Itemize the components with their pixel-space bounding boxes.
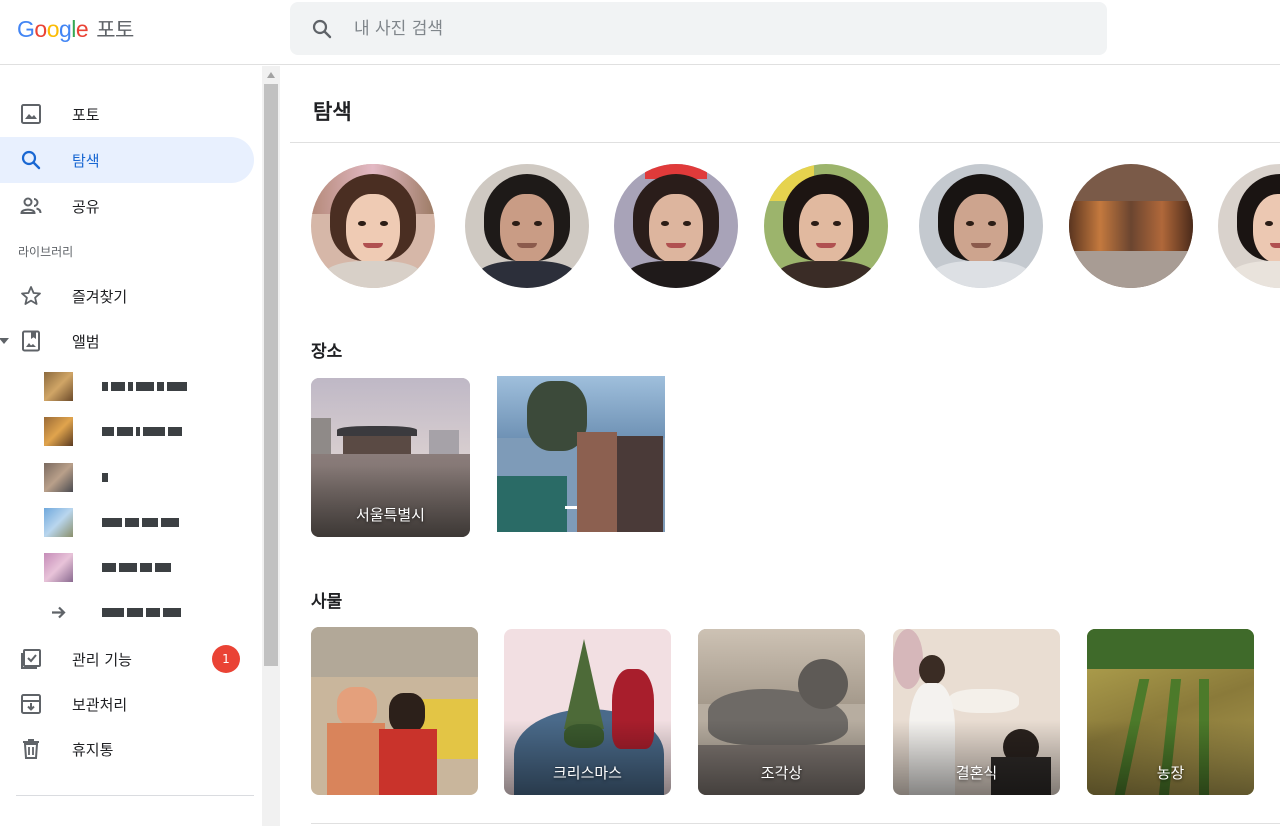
search-input[interactable]: [354, 10, 1054, 47]
sidebar-item-label: 포토: [72, 105, 100, 124]
sidebar-item-sharing[interactable]: 공유: [0, 183, 254, 229]
card-caption: 서울특별시: [355, 506, 425, 524]
album-thumbnail: [44, 553, 73, 582]
thing-card[interactable]: 농장: [1087, 629, 1254, 795]
scroll-up-arrow-icon[interactable]: [267, 72, 275, 78]
album-icon: [22, 330, 40, 352]
album-item[interactable]: [44, 463, 244, 493]
sidebar-item-label: 탐색: [72, 151, 100, 170]
caption-shade: [1087, 720, 1254, 795]
sidebar-item-utilities[interactable]: 관리 기능 1: [0, 636, 254, 682]
album-item[interactable]: [44, 372, 244, 402]
sidebar-item-label: 앨범: [72, 332, 100, 351]
trash-icon: [23, 739, 39, 759]
google-wordmark: Google: [17, 16, 89, 42]
caption-shade: [504, 720, 671, 795]
things-section-title: 사물: [311, 592, 343, 612]
star-icon: [21, 286, 41, 305]
search-icon: [21, 150, 41, 170]
card-caption: 크리스마스: [552, 764, 622, 782]
album-name-redacted: [102, 381, 187, 392]
person-face[interactable]: [764, 164, 888, 288]
sidebar-item-albums[interactable]: 앨범: [0, 318, 254, 364]
archive-icon: [21, 694, 41, 714]
caption-shade: [893, 720, 1060, 795]
person-face[interactable]: [1069, 164, 1193, 288]
sidebar-item-trash[interactable]: 휴지통: [0, 726, 254, 772]
title-divider: [290, 142, 1280, 143]
album-name-redacted: [102, 426, 182, 437]
sidebar-item-label: 보관처리: [72, 695, 128, 714]
card-caption: 농장: [1156, 764, 1185, 782]
place-card[interactable]: [497, 376, 665, 532]
arrow-right-icon: [52, 606, 66, 619]
album-thumbnail: [44, 417, 73, 446]
person-face[interactable]: [614, 164, 738, 288]
google-photos-logo[interactable]: Google 포토: [17, 14, 134, 44]
sidebar-item-photos[interactable]: 포토: [0, 91, 254, 137]
sidebar-item-label: 휴지통: [72, 740, 114, 759]
sidebar-item-explore[interactable]: 탐색: [0, 137, 254, 183]
card-caption: 조각상: [760, 764, 803, 782]
sidebar-item-archive[interactable]: 보관처리: [0, 681, 254, 727]
album-item[interactable]: [44, 417, 244, 447]
sidebar-divider: [16, 795, 254, 796]
album-item[interactable]: [44, 553, 244, 583]
album-name-redacted: [102, 607, 181, 618]
person-face[interactable]: [1218, 164, 1280, 288]
sidebar-item-label: 즐겨찾기: [72, 287, 128, 306]
section-divider: [311, 823, 1280, 824]
person-face[interactable]: [311, 164, 435, 288]
thing-card[interactable]: 결혼식: [893, 629, 1060, 795]
thing-card[interactable]: [311, 627, 478, 795]
library-section-label: 라이브러리: [18, 245, 74, 259]
sidebar-scrollbar[interactable]: [262, 66, 280, 826]
album-name-redacted: [102, 472, 108, 483]
person-face[interactable]: [919, 164, 1043, 288]
people-icon: [20, 197, 42, 214]
scrollbar-thumb[interactable]: [264, 84, 278, 666]
card-caption: 결혼식: [955, 764, 998, 782]
places-section-title: 장소: [311, 342, 343, 362]
album-item[interactable]: [44, 598, 244, 628]
explore-main: 탐색 장소 서울특별시 사물 크리스마스 조각상 결혼식 농장: [290, 66, 1280, 826]
notification-badge: 1: [212, 645, 240, 673]
photo-icon: [21, 104, 41, 124]
caption-shade: [311, 465, 470, 537]
sidebar-item-label: 공유: [72, 197, 100, 216]
search-bar[interactable]: [290, 2, 1107, 55]
album-thumbnail: [44, 463, 73, 492]
sidebar: 포토 탐색 공유 라이브러리 즐겨찾기 앨범 관리 기능 1 보관처리 휴지통: [0, 66, 280, 826]
top-app-bar: Google 포토: [0, 0, 1280, 65]
caption-shade: [698, 720, 865, 795]
album-thumbnail: [44, 372, 73, 401]
place-card[interactable]: 서울특별시: [311, 378, 470, 537]
search-icon[interactable]: [310, 17, 334, 41]
person-face[interactable]: [465, 164, 589, 288]
page-title: 탐색: [313, 100, 352, 124]
album-item[interactable]: [44, 508, 244, 538]
sidebar-item-favorites[interactable]: 즐겨찾기: [0, 273, 254, 319]
album-thumbnail: [44, 508, 73, 537]
album-name-redacted: [102, 517, 179, 528]
album-name-redacted: [102, 562, 171, 573]
thing-card[interactable]: 조각상: [698, 629, 865, 795]
checklist-icon: [21, 649, 41, 669]
sidebar-item-label: 관리 기능: [72, 650, 132, 669]
expand-caret-icon[interactable]: [0, 338, 9, 344]
product-name: 포토: [96, 19, 134, 42]
thing-card[interactable]: 크리스마스: [504, 629, 671, 795]
